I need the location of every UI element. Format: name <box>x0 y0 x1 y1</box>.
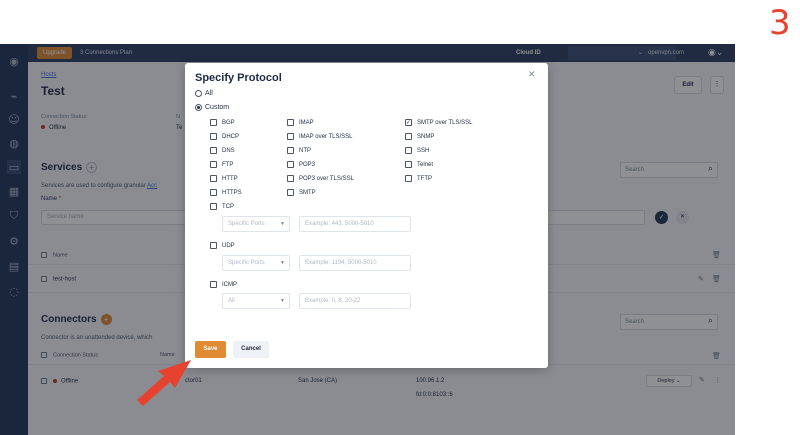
protocol-checkbox-pop3-tls[interactable]: POP3 over TLS/SSL <box>287 175 354 182</box>
radio-circle <box>195 90 202 97</box>
protocol-label: SMTP <box>299 189 316 196</box>
select-value: All <box>228 298 235 304</box>
protocol-label: NTP <box>299 147 311 154</box>
close-icon[interactable]: ✕ <box>528 70 536 80</box>
protocol-checkbox-dns[interactable]: DNS <box>210 147 235 154</box>
protocol-label: DHCP <box>222 133 240 140</box>
protocol-checkbox-smtp-tls[interactable]: ✓ SMTP over TLS/SSL <box>405 119 472 126</box>
protocol-checkbox-imap[interactable]: IMAP <box>287 119 314 126</box>
protocol-checkbox-ntp[interactable]: NTP <box>287 147 311 154</box>
checkbox <box>287 147 294 154</box>
protocol-label: POP3 over TLS/SSL <box>299 175 354 182</box>
protocol-checkbox-http[interactable]: HTTP <box>210 175 238 182</box>
protocol-checkbox-tftp[interactable]: TFTP <box>405 175 432 182</box>
step-number: 3 <box>769 3 791 43</box>
checkbox <box>210 119 217 126</box>
protocol-label: IMAP <box>299 119 314 126</box>
checkbox <box>405 161 412 168</box>
checkbox <box>405 147 412 154</box>
select-value: Specific Ports <box>228 221 265 227</box>
checkbox <box>287 189 294 196</box>
protocol-label: TCP <box>222 203 234 210</box>
protocol-label: Telnet <box>417 161 434 168</box>
caret-down-icon: ▼ <box>280 298 285 304</box>
protocol-checkbox-dhcp[interactable]: DHCP <box>210 133 239 140</box>
checkbox <box>210 147 217 154</box>
caret-down-icon: ▼ <box>280 221 285 227</box>
checkbox <box>287 161 294 168</box>
protocol-label: UDP <box>222 242 235 249</box>
protocol-checkbox-tcp[interactable]: TCP <box>210 203 234 210</box>
checkbox <box>210 175 217 182</box>
protocol-checkbox-smtp[interactable]: SMTP <box>287 189 316 196</box>
protocol-checkbox-https[interactable]: HTTPS <box>210 189 242 196</box>
checkbox <box>210 133 217 140</box>
radio-all-label: All <box>205 90 213 97</box>
protocol-label: ICMP <box>222 281 237 288</box>
cancel-button[interactable]: Cancel <box>233 341 269 358</box>
protocol-label: DNS <box>222 147 235 154</box>
protocol-checkbox-pop3[interactable]: POP3 <box>287 161 315 168</box>
checkbox-checked: ✓ <box>405 119 412 126</box>
caret-down-icon: ▼ <box>280 260 285 266</box>
icmp-types-input[interactable]: Example: 0, 8, 20-22 <box>299 293 411 309</box>
checkbox <box>405 133 412 140</box>
protocol-checkbox-icmp[interactable]: ICMP <box>210 281 237 288</box>
select-value: Specific Ports <box>228 260 265 266</box>
checkbox <box>210 161 217 168</box>
protocol-label: HTTPS <box>222 189 242 196</box>
protocol-checkbox-imap-tls[interactable]: IMAP over TLS/SSL <box>287 133 352 140</box>
udp-port-mode-select[interactable]: Specific Ports ▼ <box>222 255 290 271</box>
annotation-arrow-icon <box>137 360 191 406</box>
protocol-checkbox-bgp[interactable]: BGP <box>210 119 235 126</box>
checkbox <box>287 133 294 140</box>
protocol-label: SMTP over TLS/SSL <box>417 119 473 126</box>
protocol-label: SNMP <box>417 133 435 140</box>
radio-custom[interactable]: Custom <box>195 104 229 111</box>
checkbox <box>287 175 294 182</box>
protocol-label: TFTP <box>417 175 432 182</box>
save-button[interactable]: Save <box>195 341 226 358</box>
protocol-checkbox-telnet[interactable]: Telnet <box>405 161 433 168</box>
checkbox <box>210 189 217 196</box>
protocol-label: BGP <box>222 119 235 126</box>
checkbox <box>405 175 412 182</box>
tcp-ports-input[interactable]: Example: 443, 5000-5010 <box>299 216 411 232</box>
icmp-mode-select[interactable]: All ▼ <box>222 293 290 309</box>
protocol-label: SSH <box>417 147 430 154</box>
radio-all[interactable]: All <box>195 90 213 97</box>
right-margin <box>735 44 800 435</box>
protocol-label: IMAP over TLS/SSL <box>299 133 353 140</box>
protocol-checkbox-ssh[interactable]: SSH <box>405 147 429 154</box>
checkbox <box>287 119 294 126</box>
tcp-port-mode-select[interactable]: Specific Ports ▼ <box>222 216 290 232</box>
udp-ports-input[interactable]: Example: 1194, 5000-5010 <box>299 255 411 271</box>
dialog-title: Specify Protocol <box>195 72 282 84</box>
protocol-checkbox-ftp[interactable]: FTP <box>210 161 233 168</box>
protocol-label: FTP <box>222 161 234 168</box>
checkbox <box>210 242 217 249</box>
screenshot-stage: 3 ◉ ⌁ ☺ ◍ ▭ ▦ ⛉ ⚙ ▤ ◌ Upgrade 3 Connecti… <box>0 0 800 435</box>
radio-custom-label: Custom <box>205 104 230 111</box>
protocol-label: POP3 <box>299 161 316 168</box>
specify-protocol-dialog: Specify Protocol ✕ All Custom BGP DHCP D… <box>185 63 548 368</box>
protocol-checkbox-snmp[interactable]: SNMP <box>405 133 434 140</box>
checkbox <box>210 203 217 210</box>
radio-circle-selected <box>195 104 202 111</box>
checkbox <box>210 281 217 288</box>
protocol-label: HTTP <box>222 175 238 182</box>
protocol-checkbox-udp[interactable]: UDP <box>210 242 235 249</box>
